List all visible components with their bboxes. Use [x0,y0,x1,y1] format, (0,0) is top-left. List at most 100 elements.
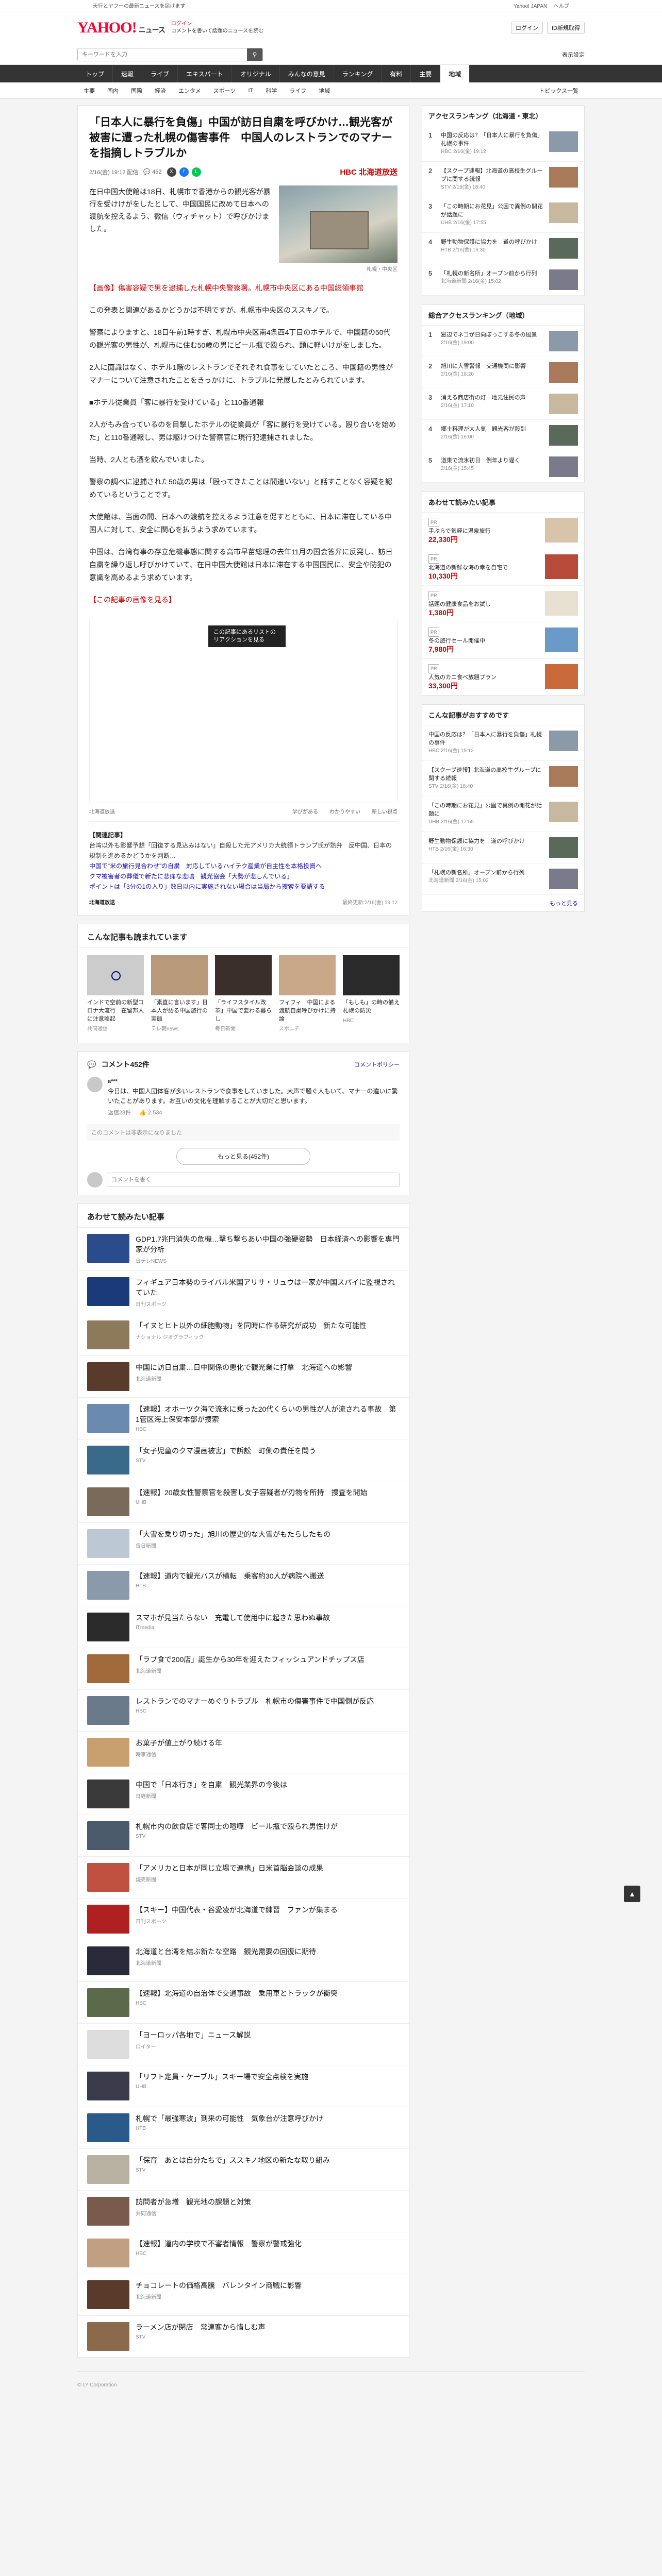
read-next-card[interactable]: インドで空前の新型コロナ大流行 在留邦人に注意喚起 共同通信 [87,955,144,1033]
ad-item[interactable]: PR 北海道の新鮮な海の幸を自宅で 10,330円 [422,549,584,586]
embedded-media[interactable]: この記事にあるリストのリアクションを見る [89,618,398,803]
comment-count-badge[interactable]: 💬 452 [143,168,161,175]
ranking-item[interactable]: 野生動物保護に協力を 道の呼びかけ HTB 2/16(金) 16:30 [422,832,584,863]
comment-policy-link[interactable]: コメントポリシー [354,1060,400,1069]
list-item[interactable]: 北海道と台湾を結ぶ新たな空路 観光需要の回復に期待 北海道新聞 [78,1940,409,1982]
top-link-yahoo[interactable]: Yahoo! JAPAN [514,4,547,9]
list-item[interactable]: レストランでのマナーめぐりトラブル 札幌市の傷害事件で中国側が反応 HBC [78,1690,409,1732]
reply-count[interactable]: 返信28件 [108,1108,131,1118]
list-item[interactable]: 訪問者が急増 観光地の課題と対策 共同通信 [78,2191,409,2232]
login-prompt[interactable]: ログイン [171,21,263,28]
ranking-item[interactable]: 2 旭川に大雪警報 交通機関に影響 2/16(金) 18:20 [422,357,584,388]
login-button[interactable]: ログイン [511,22,543,34]
global-nav-item[interactable]: 速報 [113,65,143,82]
sub-nav-item[interactable]: エンタメ [172,87,207,95]
global-nav-item-active[interactable]: 地域 [440,65,470,82]
list-item[interactable]: 「ラプ食で200店」誕生から30年を迎えたフィッシュアンドチップス店 北海道新聞 [78,1648,409,1690]
ranking-item[interactable]: 4 郷土料理が大人気 観光客が殺到 2/16(金) 16:00 [422,420,584,451]
ad-item[interactable]: PR 人気のカニ食べ放題プラン 33,300円 [422,659,584,696]
list-item[interactable]: ラーメン店が閉店 常連客から惜しむ声 STV [78,2316,409,2358]
ranking-item[interactable]: 「札幌の新名所」オープン前から行列 北海道新聞 2/16(金) 15:02 [422,863,584,895]
search-input[interactable] [78,48,247,61]
reaction-clear-button[interactable]: わかりやすい [329,807,360,815]
ranking-item[interactable]: 2 【スクープ速報】北海道の高校生グループに関する続報 STV 2/16(金) 18… [422,162,584,197]
like-button[interactable]: 👍 2,534 [139,1108,162,1118]
ranking-item[interactable]: 1 中国の反応は？「日本人に暴行を負傷」札幌の事件 HBC 2/16(金) 19:1… [422,126,584,162]
related-link[interactable]: ポイントは「3分の1の入り」数日以内に実施されない場合は当局から捜索を要請する [89,883,325,890]
yahoo-news-logo[interactable]: YAHOO! ニュース [77,19,166,37]
global-nav-item[interactable]: 有料 [382,65,411,82]
global-nav-item[interactable]: みんなの意見 [280,65,334,82]
list-item[interactable]: 札幌市内の飲食店で客同士の喧嘩 ビール瓶で殴られ男性けが STV [78,1815,409,1857]
global-nav-item[interactable]: エキスパート [178,65,232,82]
list-item[interactable]: 【速報】道内の学校で不審者情報 警察が警戒強化 HBC [78,2232,409,2274]
comment-input[interactable] [107,1173,400,1187]
list-item[interactable]: 「リフト定員・ケーブル」スキー場で安全点検を実施 UHB [78,2065,409,2107]
see-more-link[interactable]: もっと見る [422,895,584,911]
list-item[interactable]: GDP1.7兆円消失の危機…撃ち撃ちあい中国の強硬姿勢 日本経済への影響を専門家… [78,1228,409,1271]
sub-nav-item[interactable]: 経済 [148,87,172,95]
list-item[interactable]: 札幌で「最強寒波」到来の可能性 気象台が注意呼びかけ HTB [78,2107,409,2149]
page-top-button[interactable]: ▲ [624,1886,640,1902]
article-paragraph[interactable]: 【画像】傷害容疑で男を逮捕した札幌中央警察署。札幌市中央区にある中国総領事館 [89,282,398,295]
ranking-item[interactable]: 5 「札幌の新名所」オープン前から行列 北海道新聞 2/16(金) 15:02 [422,264,584,296]
sub-nav-item[interactable]: ライフ [283,87,312,95]
sub-nav-item[interactable]: 国内 [101,87,125,95]
ad-item[interactable]: PR 冬の旅行セール開催中 7,980円 [422,622,584,659]
global-nav-item[interactable]: トップ [77,65,113,82]
x-share-icon[interactable]: X [167,167,176,177]
sub-nav-item[interactable]: 主要 [77,87,101,95]
list-item[interactable]: 「アメリカと日本が同じ立場で連携」日米首脳会談の成果 読売新聞 [78,1857,409,1899]
ranking-item[interactable]: 3 消える商店街の灯 地元住民の声 2/16(金) 17:10 [422,388,584,420]
sub-nav-item[interactable]: 国際 [125,87,148,95]
list-item[interactable]: 【速報】オホーツク海で流氷に乗った20代くらいの男性が人が流される事故 第1管区… [78,1398,409,1439]
list-item[interactable]: 中国で「日本行き」を自粛 観光業界の今後は 日経新聞 [78,1773,409,1815]
list-item[interactable]: スマホが見当たらない 充電して使用中に起きた思わぬ事故 ITmedia [78,1606,409,1648]
list-item[interactable]: 「ヨーロッパ各地で」ニュース解説 ロイター [78,2024,409,2065]
sub-nav-item[interactable]: 科学 [259,87,283,95]
top-link-help[interactable]: ヘルプ [554,4,569,9]
ranking-item[interactable]: 1 窓辺でネコが日向ぼっこする冬の風景 2/16(金) 19:00 [422,326,584,357]
list-item[interactable]: 「イヌとヒト以外の細胞動物」を同時に作る研究が成功 新たな可能性 ナショナル ジオ… [78,1314,409,1356]
list-item[interactable]: 「女子児童のクマ漫画被害」で訴訟 町側の責任を問う STV [78,1439,409,1481]
global-nav-item[interactable]: ライブ [142,65,178,82]
global-nav-item[interactable]: オリジナル [232,65,280,82]
article-photo[interactable] [279,185,398,263]
list-item[interactable]: フィギュア日本勢のライバル米国アリサ・リュウは一家が中国スパイに監視されていた日… [78,1271,409,1314]
sub-nav-item[interactable]: 地域 [312,87,336,95]
publisher-logo[interactable]: HBC 北海道放送 [340,166,398,177]
display-settings-link[interactable]: 表示設定 [562,50,585,59]
ad-item[interactable]: PR 話題の健康食品をお試し 1,380円 [422,586,584,622]
ad-item[interactable]: PR 手ぶらで気軽に温泉旅行 22,330円 [422,513,584,549]
register-button[interactable]: ID新規取得 [547,22,585,34]
article-paragraph[interactable]: 【この記事の画像を見る】 [89,594,398,606]
ranking-item[interactable]: 「この時期にお花見」公園で異例の開花が話題に UHB 2/16(金) 17:55 [422,796,584,832]
list-item[interactable]: 【スキー】中国代表・谷愛凌が北海道で練習 ファンが集まる 日刊スポーツ [78,1899,409,1940]
list-item[interactable]: チョコレートの価格高騰 バレンタイン商戦に影響 北海道新聞 [78,2274,409,2316]
search-button[interactable]: ⚲ [247,48,262,61]
line-share-icon[interactable]: L [191,167,201,177]
related-link[interactable]: クマ被害者の葬儀で新たに悲痛な悲鳴 観光協会「大勢が悲しんでいる」 [89,873,293,880]
ranking-item[interactable]: 4 野生動物保護に協力を 道の呼びかけ HTB 2/16(金) 16:30 [422,233,584,264]
more-comments-button[interactable]: もっと見る(452件) [176,1148,310,1165]
topics-list-link[interactable]: トピックス一覧 [533,87,585,95]
ranking-item[interactable]: 3 「この時期にお花見」公園で異例の開花が話題に UHB 2/16(金) 17:55 [422,197,584,233]
list-item[interactable]: お菓子が値上がり続ける年 時事通信 [78,1732,409,1773]
read-next-card[interactable]: 「ライフスタイル改革」中国で変わる暮らし 毎日新聞 [215,955,272,1033]
list-item[interactable]: 【速報】道内で観光バスが横転 乗客約30人が病院へ搬送 HTB [78,1565,409,1606]
list-item[interactable]: 「大雪を乗り切った」旭川の歴史的な大雪がもたらしたもの 毎日新聞 [78,1523,409,1565]
read-next-card[interactable]: フィフィ 中国による渡航自粛呼びかけに持論 スポニチ [279,955,336,1033]
global-nav-item[interactable]: 主要 [411,65,441,82]
list-item[interactable]: 【速報】20歳女性警察官を殺害し女子容疑者が刃物を所持 捜査を開始 UHB [78,1481,409,1523]
read-next-card[interactable]: 「素直に言います」日本人が語る中国旅行の実態 テレ朝news [151,955,208,1033]
list-item[interactable]: 中国に訪日自粛…日中関係の悪化で観光業に打撃 北海道への影響 北海道新聞 [78,1356,409,1398]
ranking-item[interactable]: 【スクープ速報】北海道の高校生グループに関する続報 STV 2/16(金) 18:… [422,761,584,796]
related-link[interactable]: 中国で“米の旅行見合わせ”の自粛 対応しているハイテク産業が自主性を本格投資へ [89,862,322,870]
list-item[interactable]: 「保育 あとは自分たちで」ススキノ地区の新たな取り組み STV [78,2149,409,2191]
ranking-item[interactable]: 5 道東で流氷初日 例年より遅く 2/16(金) 15:45 [422,451,584,483]
ranking-item[interactable]: 中国の反応は？「日本人に暴行を負傷」札幌の事件 HBC 2/16(金) 19:12 [422,725,584,761]
facebook-share-icon[interactable]: f [179,167,189,177]
global-nav-item[interactable]: ランキング [334,65,382,82]
sub-nav-item[interactable]: スポーツ [207,87,242,95]
sub-nav-item[interactable]: IT [242,88,259,94]
